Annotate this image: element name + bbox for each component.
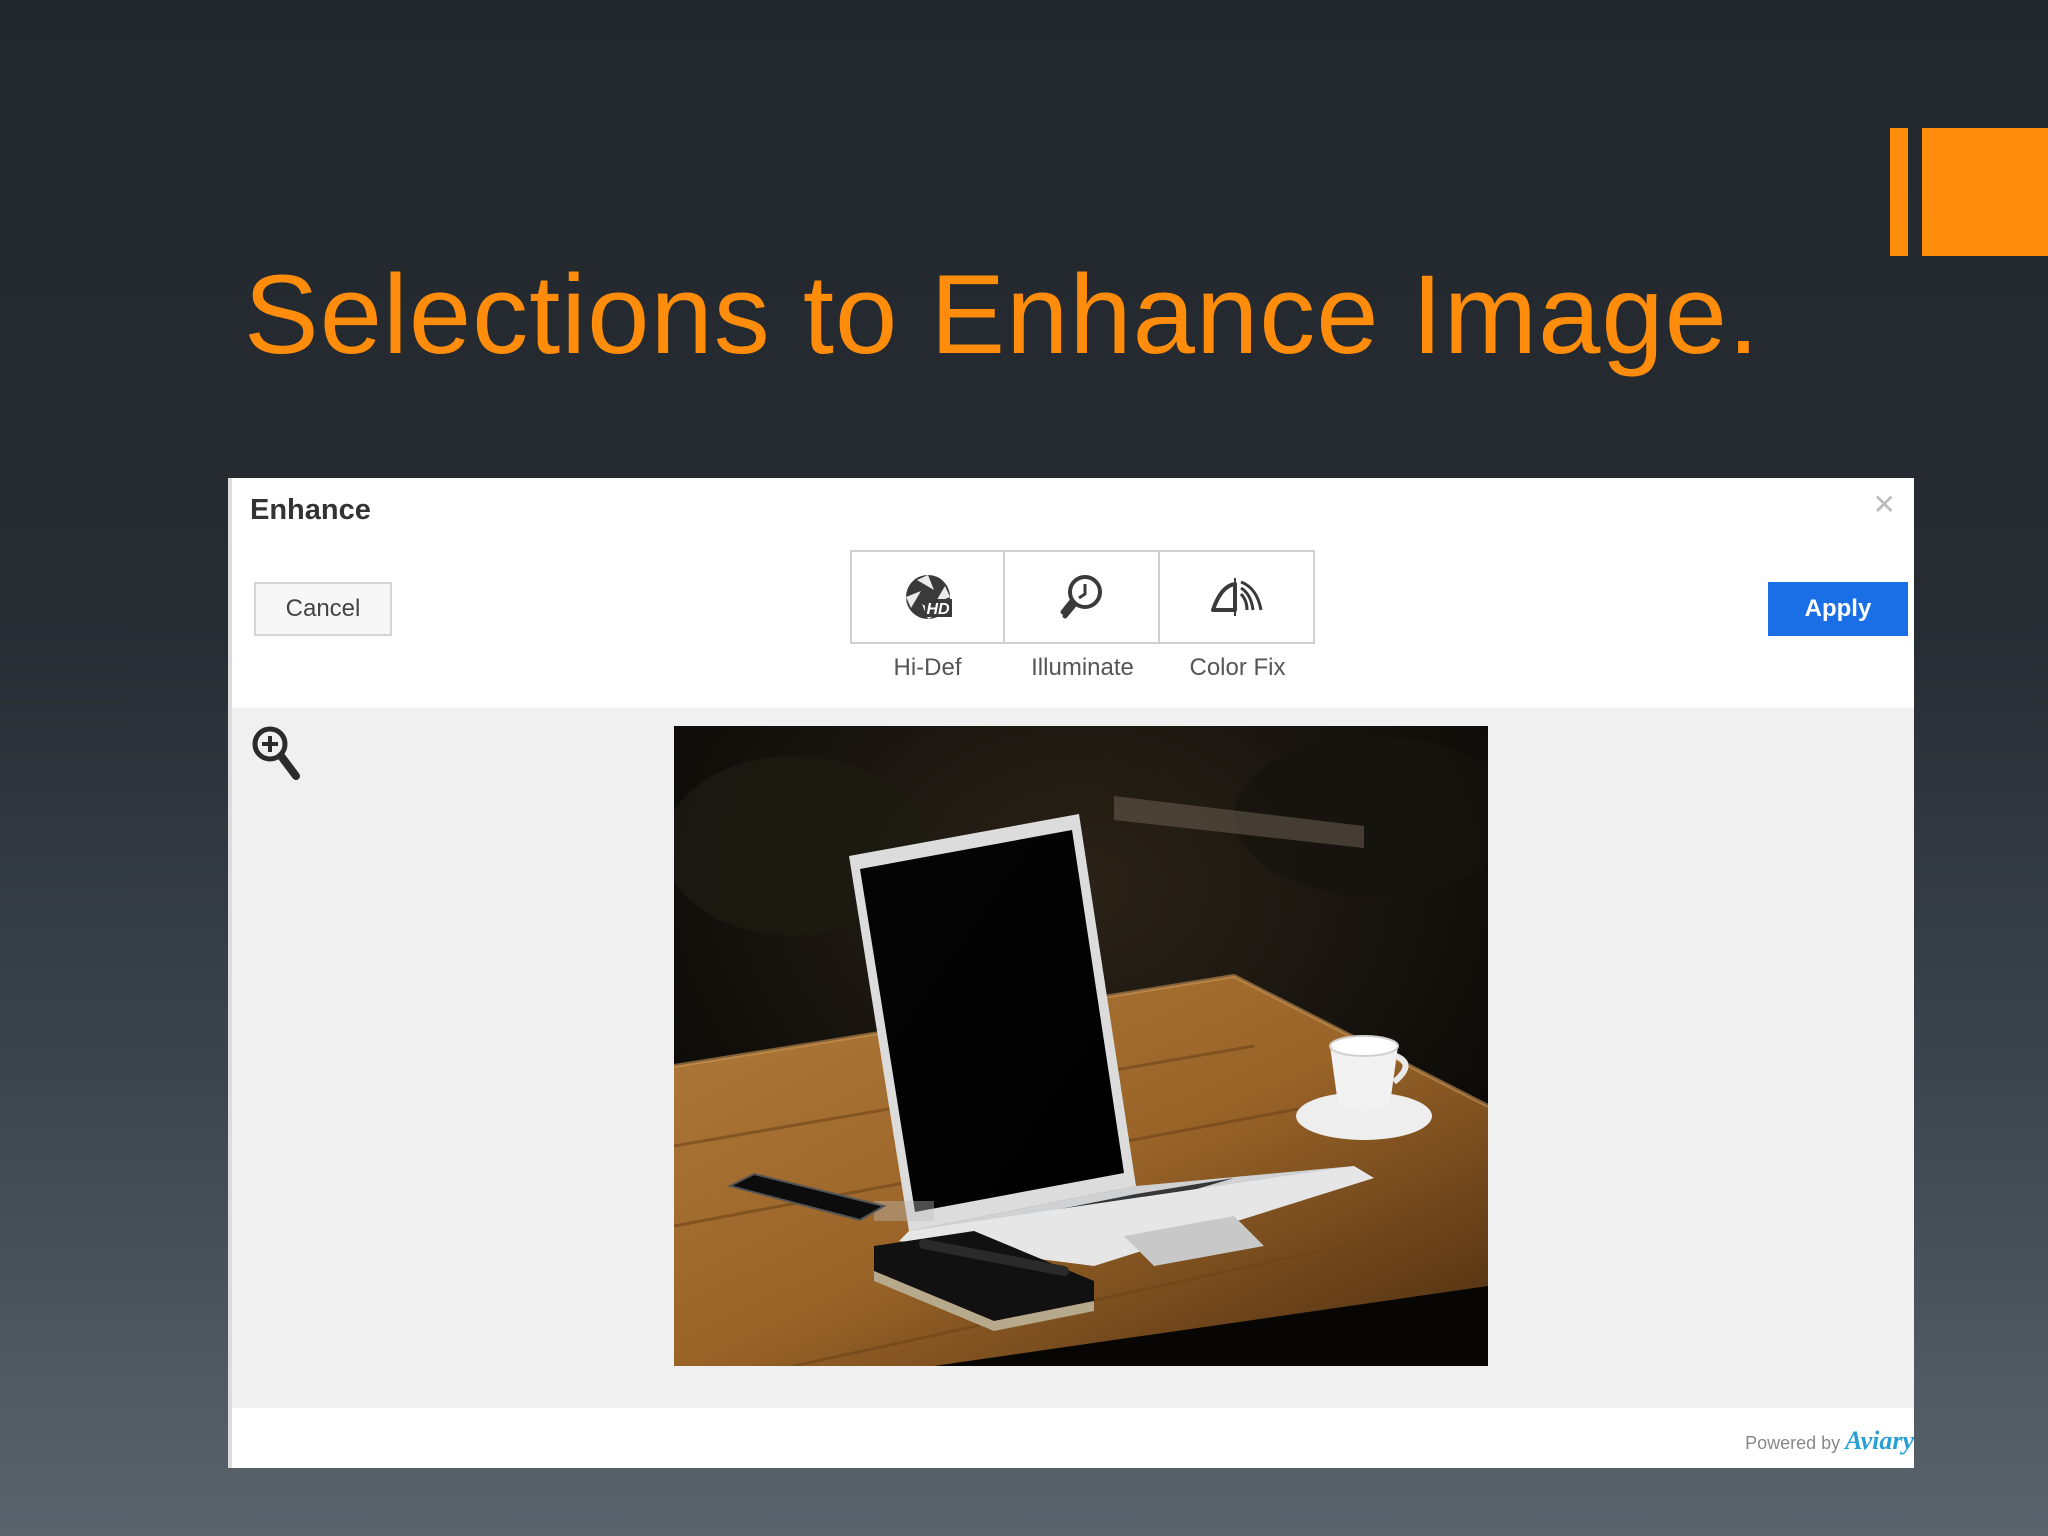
tool-color-fix-label: Color Fix (1189, 654, 1286, 681)
tool-color-fix[interactable]: Color Fix (1160, 550, 1315, 682)
tool-hi-def-label: Hi-Def (893, 654, 962, 681)
tool-hi-def-box[interactable]: HD (850, 550, 1005, 644)
photo-preview (674, 726, 1488, 1366)
accent-bar-block (1922, 128, 2048, 256)
color-fix-icon (1210, 578, 1262, 616)
powered-by-text: Powered by (1745, 1433, 1841, 1453)
enhance-tools: HD Hi-Def Illuminate Color Fix (850, 550, 1315, 682)
tool-hi-def[interactable]: HD Hi-Def (850, 550, 1005, 682)
tool-illuminate-label: Illuminate (1031, 654, 1134, 681)
tool-illuminate-box[interactable] (1005, 550, 1160, 644)
zoom-in-icon[interactable] (250, 724, 302, 786)
laptop-on-table-photo (674, 726, 1488, 1366)
slide-title: Selections to Enhance Image. (244, 252, 1761, 377)
svg-text:HD: HD (926, 601, 950, 618)
hd-aperture-icon: HD (905, 575, 952, 619)
tool-illuminate[interactable]: Illuminate (1005, 550, 1160, 682)
apply-button[interactable]: Apply (1768, 582, 1908, 636)
enhance-dialog: Enhance ✕ Cancel HD Hi-Def Illuminate Co… (228, 478, 1914, 1468)
image-canvas (232, 708, 1914, 1408)
cancel-button[interactable]: Cancel (254, 582, 392, 636)
powered-by: Powered by Aviary (1745, 1426, 1914, 1456)
lightbulb-icon (1060, 575, 1102, 619)
accent-bar-thin (1890, 128, 1908, 256)
dialog-title: Enhance (250, 494, 371, 526)
tool-color-fix-box[interactable] (1160, 550, 1315, 644)
close-icon[interactable]: ✕ (1873, 488, 1896, 521)
aviary-logo[interactable]: Aviary (1845, 1426, 1914, 1455)
dialog-footer: Powered by Aviary (232, 1408, 1914, 1468)
